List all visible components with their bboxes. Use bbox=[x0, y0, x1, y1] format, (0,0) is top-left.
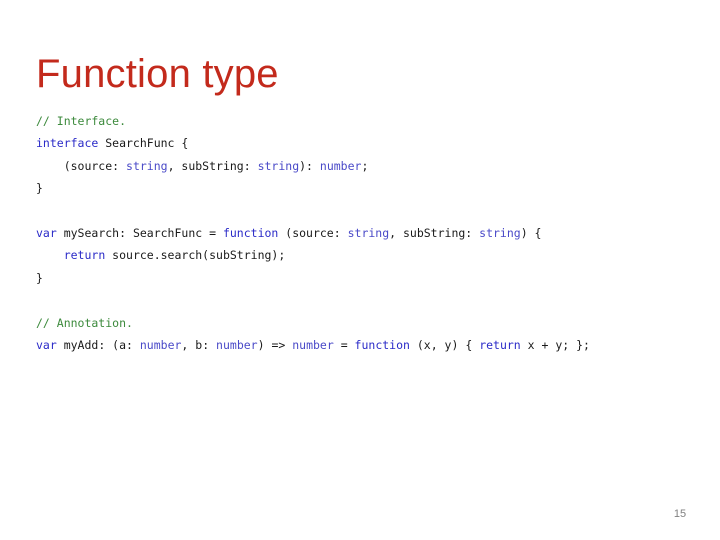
code-line: interface SearchFunc { bbox=[36, 132, 676, 154]
code-token-comment: // Interface. bbox=[36, 114, 127, 128]
code-token-keyword: var bbox=[36, 338, 57, 353]
code-line: var myAdd: (a: number, b: number) => num… bbox=[36, 334, 676, 356]
code-line: } bbox=[36, 267, 676, 289]
code-token-plain: (source: bbox=[278, 226, 348, 241]
code-token-plain: ; bbox=[361, 158, 369, 173]
code-token-keyword: interface bbox=[36, 136, 99, 151]
code-token-plain: SearchFunc { bbox=[98, 136, 189, 151]
code-token-keyword: return bbox=[479, 338, 521, 353]
code-token-comment: // Annotation. bbox=[36, 315, 133, 330]
code-line: (source: string, subString: string): num… bbox=[36, 155, 676, 177]
code-token-type: string bbox=[479, 226, 521, 241]
code-token-keyword: function bbox=[222, 226, 279, 241]
page-title: Function type bbox=[36, 51, 279, 96]
code-token-type: number bbox=[216, 338, 258, 353]
code-line: var mySearch: SearchFunc = function (sou… bbox=[36, 222, 676, 244]
code-token-plain: ) { bbox=[520, 226, 542, 241]
code-line: // Annotation. bbox=[36, 312, 676, 334]
code-block: // Interface. interface SearchFunc { (sou… bbox=[36, 110, 676, 356]
code-token-type: number bbox=[292, 338, 334, 353]
code-line: } bbox=[36, 177, 676, 199]
code-token-keyword: var bbox=[36, 226, 57, 241]
code-token-type: string bbox=[126, 158, 168, 173]
code-token-plain: mySearch: SearchFunc = bbox=[56, 226, 223, 241]
code-token-plain: = bbox=[333, 338, 355, 353]
slide-number: 15 bbox=[673, 508, 687, 520]
code-token-type: string bbox=[347, 226, 390, 241]
code-token-type: number bbox=[319, 158, 362, 173]
code-token-keyword: function bbox=[354, 338, 410, 353]
code-token-type: string bbox=[257, 158, 300, 173]
code-token-plain: , subString: bbox=[389, 226, 480, 241]
code-token-plain: (source: bbox=[36, 158, 127, 173]
code-token-plain: ): bbox=[299, 158, 320, 173]
code-token-plain: , subString: bbox=[167, 158, 258, 173]
code-token-keyword: return bbox=[63, 248, 106, 263]
code-token-plain: } bbox=[36, 270, 43, 285]
code-token-plain: } bbox=[36, 181, 43, 196]
code-token-plain: (x, y) { bbox=[409, 338, 480, 353]
code-token-plain: x + y; }; bbox=[520, 338, 590, 353]
code-token-plain: , b: bbox=[181, 338, 217, 353]
code-line: return source.search(subString); bbox=[36, 244, 676, 266]
code-line: // Interface. bbox=[36, 110, 676, 132]
code-token-plain: source.search(subString); bbox=[105, 248, 286, 263]
code-token-plain: myAdd: (a: bbox=[56, 338, 140, 353]
code-token-plain: ) => bbox=[257, 338, 293, 353]
slide: Function type // Interface. interface Sea… bbox=[0, 0, 720, 540]
code-token-type: number bbox=[139, 338, 182, 353]
